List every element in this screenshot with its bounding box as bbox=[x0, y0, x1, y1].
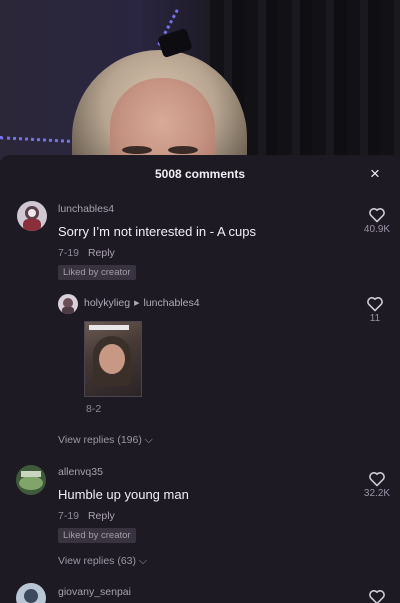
like-count: 32.2K bbox=[363, 488, 391, 499]
comment-username[interactable]: allenvq35 bbox=[58, 466, 103, 478]
reply-button[interactable]: Reply bbox=[88, 247, 115, 259]
like-button[interactable]: 32.2K bbox=[357, 471, 397, 499]
liked-by-creator-badge: Liked by creator bbox=[58, 528, 136, 543]
close-icon[interactable]: × bbox=[366, 165, 384, 183]
view-replies-link[interactable]: View replies (63) ⌵ bbox=[58, 555, 147, 568]
comment-meta: 7-19 Reply bbox=[58, 247, 115, 259]
avatar-image bbox=[16, 465, 46, 495]
comment-text: Sorry I’m not interested in - A cups bbox=[58, 224, 256, 239]
heart-icon bbox=[369, 472, 385, 487]
comment-count-title: 5008 comments bbox=[154, 167, 246, 181]
heart-icon bbox=[369, 208, 385, 223]
view-replies-label: View replies (63) bbox=[58, 555, 137, 567]
avatar[interactable] bbox=[16, 583, 46, 603]
avatar[interactable] bbox=[17, 201, 47, 231]
like-button[interactable]: 11 bbox=[355, 296, 395, 324]
reply-username[interactable]: holykylieg bbox=[84, 297, 130, 309]
reply-arrow-icon: ▶ bbox=[134, 300, 140, 307]
person-eye bbox=[168, 146, 198, 154]
view-replies-link[interactable]: View replies (196) ⌵ bbox=[58, 434, 153, 447]
led-light-strip bbox=[0, 136, 71, 143]
person-eye bbox=[122, 146, 152, 154]
avatar-image bbox=[58, 294, 78, 314]
liked-by-creator-badge: Liked by creator bbox=[58, 265, 136, 280]
comment-username[interactable]: giovany_senpai bbox=[58, 586, 131, 598]
reply-to-username[interactable]: lunchables4 bbox=[144, 297, 200, 309]
like-button[interactable] bbox=[357, 589, 397, 603]
thumbnail-caption-bar bbox=[89, 325, 129, 330]
view-replies-label: View replies (196) bbox=[58, 434, 142, 446]
heart-icon bbox=[369, 590, 385, 603]
comments-header: 5008 comments × bbox=[0, 155, 400, 193]
avatar[interactable] bbox=[16, 465, 46, 495]
thumbnail-face bbox=[99, 344, 125, 374]
like-count: 11 bbox=[369, 313, 381, 324]
comment-username[interactable]: lunchables4 bbox=[58, 203, 114, 215]
chevron-down-icon: ⌵ bbox=[144, 434, 153, 446]
heart-icon bbox=[367, 297, 383, 312]
comment-date: 7-19 bbox=[58, 247, 80, 259]
comment-meta: 7-19 Reply bbox=[58, 510, 115, 522]
avatar[interactable] bbox=[58, 294, 78, 314]
video-reply-thumbnail[interactable] bbox=[84, 321, 142, 397]
comment-text: Humble up young man bbox=[58, 487, 189, 502]
avatar-image bbox=[16, 583, 46, 603]
video-background[interactable] bbox=[0, 0, 400, 160]
avatar-image bbox=[17, 201, 47, 231]
reply-date: 8-2 bbox=[86, 403, 102, 415]
like-button[interactable]: 40.9K bbox=[357, 207, 397, 235]
chevron-down-icon: ⌵ bbox=[138, 555, 147, 567]
like-count: 40.9K bbox=[363, 224, 391, 235]
comment-date: 7-19 bbox=[58, 510, 80, 522]
reply-button[interactable]: Reply bbox=[88, 510, 115, 522]
reply-header: holykylieg ▶ lunchables4 bbox=[84, 297, 200, 309]
comments-sheet: 5008 comments × lunchables4 Sorry I’m no… bbox=[0, 155, 400, 603]
